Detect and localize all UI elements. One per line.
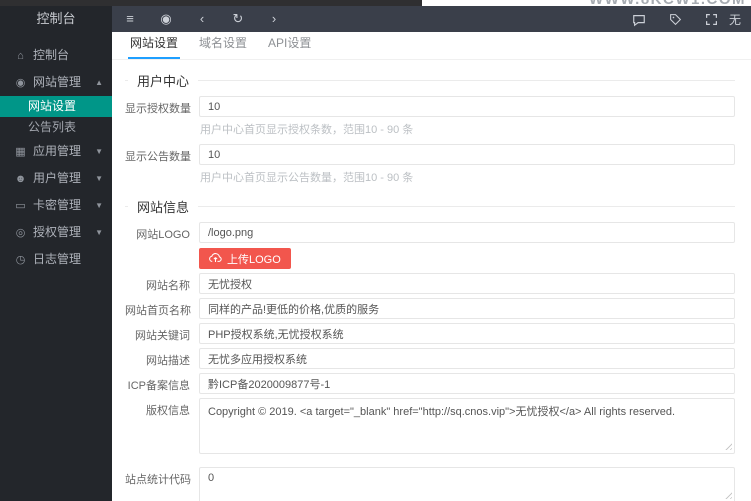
chevron-down-icon: ▼ — [95, 174, 103, 183]
watermark-text: WWW.8KCW1.COM — [589, 0, 746, 8]
form-row-copyright: 版权信息 Copyright © 2019. <a target="_blank… — [125, 398, 735, 454]
section-site-info: 网站信息 — [125, 197, 735, 216]
sidebar: 控制台 ⌂ 控制台 ◉ 网站管理 ▲ 网站设置 公告列表 ▦ 应用管理 ▼ ☻ 用户管理… — [0, 6, 112, 501]
form-row-icp: ICP备案信息 — [125, 373, 735, 394]
form-row-site-name: 网站名称 — [125, 273, 735, 294]
sidebar-item-label: 控制台 — [33, 48, 70, 62]
sidebar-item-dashboard[interactable]: ⌂ 控制台 — [0, 42, 112, 69]
icp-input[interactable] — [199, 373, 735, 394]
sidebar-item-card-management[interactable]: ▭ 卡密管理 ▼ — [0, 192, 112, 219]
window-top-strip — [0, 0, 422, 6]
field-label: 显示授权数量 — [125, 103, 191, 115]
home-circle-icon[interactable]: ◉ — [148, 6, 184, 32]
check-circle-icon: ◎ — [15, 227, 26, 239]
tag-icon[interactable] — [657, 6, 693, 32]
sidebar-title: 控制台 — [36, 11, 76, 26]
sidebar-item-label: 网站管理 — [33, 75, 82, 89]
chevron-down-icon: ▼ — [95, 147, 103, 156]
clock-icon: ◷ — [15, 254, 26, 266]
description-input[interactable] — [199, 348, 735, 369]
field-label: 显示公告数量 — [125, 151, 191, 163]
field-label: 网站首页名称 — [125, 305, 191, 317]
sidebar-item-label: 用户管理 — [33, 171, 82, 185]
back-icon[interactable]: ‹ — [184, 6, 220, 32]
sidebar-item-label: 网站设置 — [28, 99, 77, 113]
logo-path-input[interactable] — [199, 222, 735, 243]
tab-domain-settings[interactable]: 域名设置 — [197, 34, 249, 59]
field-label: 站点统计代码 — [125, 474, 191, 486]
sidebar-nav: ⌂ 控制台 ◉ 网站管理 ▲ 网站设置 公告列表 ▦ 应用管理 ▼ ☻ 用户管理 ▼ ▭… — [0, 42, 112, 273]
sidebar-item-label: 授权管理 — [33, 225, 82, 239]
notice-count-input[interactable] — [199, 144, 735, 165]
sidebar-item-auth-management[interactable]: ◎ 授权管理 ▼ — [0, 219, 112, 246]
copyright-textarea[interactable]: Copyright © 2019. <a target="_blank" hre… — [199, 398, 735, 454]
section-title: 网站信息 — [137, 200, 190, 215]
cloud-upload-icon — [209, 252, 222, 266]
form-row-auth-count: 显示授权数量 用户中心首页显示授权条数，范围10 - 90 条 — [125, 96, 735, 140]
globe-icon: ◉ — [15, 77, 26, 89]
field-help: 用户中心首页显示公告数量，范围10 - 90 条 — [200, 172, 414, 184]
field-label: 网站LOGO — [136, 229, 190, 241]
tab-site-settings[interactable]: 网站设置 — [128, 34, 181, 59]
form-row-home-title: 网站首页名称 — [125, 298, 735, 319]
fullscreen-icon[interactable] — [693, 6, 729, 32]
chevron-up-icon: ▲ — [95, 78, 103, 87]
form-row-logo: 网站LOGO 上传LOGO — [125, 222, 735, 269]
sidebar-item-log-management[interactable]: ◷ 日志管理 — [0, 246, 112, 273]
topbar: ≡ ◉ ‹ ↻ › 无 — [112, 6, 751, 32]
auth-count-input[interactable] — [199, 96, 735, 117]
sidebar-item-label: 公告列表 — [28, 120, 77, 134]
field-label: 网站名称 — [146, 280, 190, 292]
sidebar-item-site-settings[interactable]: 网站设置 — [0, 96, 112, 117]
sidebar-item-site-management[interactable]: ◉ 网站管理 ▲ — [0, 69, 112, 96]
field-help: 用户中心首页显示授权条数，范围10 - 90 条 — [200, 124, 414, 136]
field-label: ICP备案信息 — [127, 380, 190, 392]
refresh-icon[interactable]: ↻ — [220, 6, 256, 32]
tab-api-settings[interactable]: API设置 — [266, 34, 313, 59]
section-user-center: 用户中心 — [125, 71, 735, 90]
sidebar-item-label: 日志管理 — [33, 252, 82, 266]
username-text[interactable]: 无 — [729, 11, 751, 28]
form-row-stats-code: 站点统计代码 0 — [125, 467, 735, 501]
tab-bar: 网站设置 域名设置 API设置 — [112, 32, 751, 60]
topbar-right: 无 — [621, 6, 751, 32]
chevron-down-icon: ▼ — [95, 228, 103, 237]
chevron-down-icon: ▼ — [95, 201, 103, 210]
card-icon: ▭ — [15, 200, 26, 212]
home-title-input[interactable] — [199, 298, 735, 319]
keywords-input[interactable] — [199, 323, 735, 344]
field-label: 网站描述 — [146, 355, 190, 367]
field-label: 版权信息 — [146, 405, 190, 417]
site-name-input[interactable] — [199, 273, 735, 294]
message-icon[interactable] — [621, 6, 657, 32]
field-label: 网站关键词 — [135, 330, 190, 342]
sidebar-item-announcement-list[interactable]: 公告列表 — [0, 117, 112, 138]
sidebar-item-user-management[interactable]: ☻ 用户管理 ▼ — [0, 165, 112, 192]
upload-logo-label: 上传LOGO — [227, 253, 281, 266]
home-icon: ⌂ — [17, 50, 24, 62]
settings-form: 用户中心 显示授权数量 用户中心首页显示授权条数，范围10 - 90 条 显示公… — [112, 60, 751, 501]
form-row-keywords: 网站关键词 — [125, 323, 735, 344]
stats-code-textarea[interactable]: 0 — [199, 467, 735, 501]
form-row-description: 网站描述 — [125, 348, 735, 369]
form-row-notice-count: 显示公告数量 用户中心首页显示公告数量，范围10 - 90 条 — [125, 144, 735, 188]
upload-logo-button[interactable]: 上传LOGO — [199, 248, 291, 269]
forward-icon[interactable]: › — [256, 6, 292, 32]
sidebar-item-label: 应用管理 — [33, 144, 82, 158]
section-title: 用户中心 — [137, 74, 190, 89]
main-content: 网站设置 域名设置 API设置 用户中心 显示授权数量 用户中心首页显示授权条数… — [112, 32, 751, 501]
apps-icon: ▦ — [15, 146, 26, 158]
user-icon: ☻ — [14, 173, 27, 185]
menu-toggle-icon[interactable]: ≡ — [112, 6, 148, 32]
sidebar-item-label: 卡密管理 — [33, 198, 82, 212]
sidebar-item-app-management[interactable]: ▦ 应用管理 ▼ — [0, 138, 112, 165]
